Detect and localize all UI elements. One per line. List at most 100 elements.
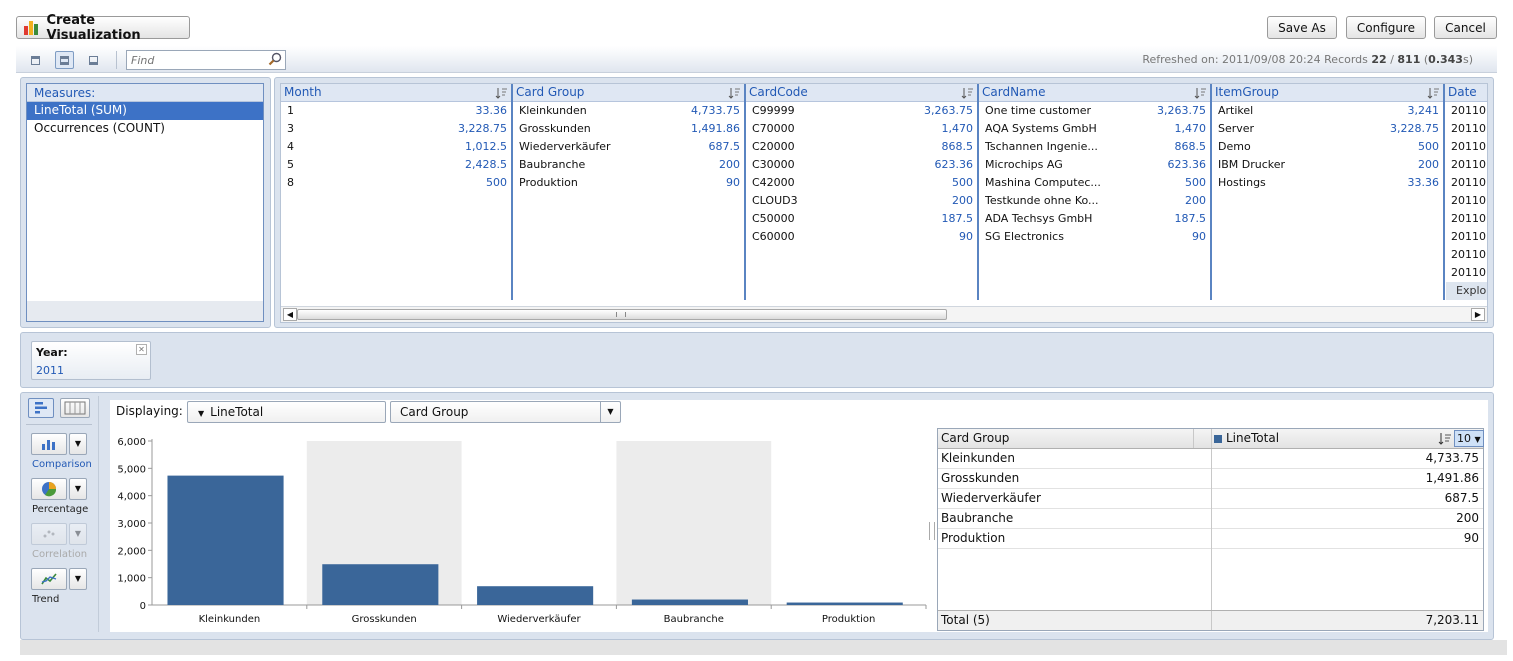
grid-cell-value: 623.36: [1167, 158, 1207, 171]
chart-view-toggle[interactable]: [28, 398, 54, 418]
grid-row[interactable]: Mashina Computec... 500: [979, 174, 1210, 192]
bar[interactable]: [786, 602, 903, 605]
grid-row[interactable]: 20110: [1445, 228, 1487, 246]
scroll-thumb[interactable]: [297, 309, 947, 320]
grid-row[interactable]: One time customer 3,263.75: [979, 102, 1210, 120]
layout-split-icon[interactable]: [55, 51, 74, 69]
grid-row[interactable]: C20000 868.5: [746, 138, 977, 156]
grid-column-header[interactable]: CardCode: [746, 84, 977, 102]
line-chart-icon[interactable]: [31, 568, 67, 590]
chevron-down-icon[interactable]: ▼: [69, 433, 87, 455]
sort-desc-icon[interactable]: [1438, 432, 1452, 446]
comparison-chart-icon[interactable]: [31, 433, 67, 455]
grid-row[interactable]: 3 3,228.75: [281, 120, 511, 138]
bar-view-icon: [35, 402, 47, 414]
sort-icon[interactable]: [495, 87, 508, 99]
grid-row[interactable]: 4 1,012.5: [281, 138, 511, 156]
save-as-button[interactable]: Save As: [1267, 16, 1337, 39]
grid-row[interactable]: Grosskunden 1,491.86: [513, 120, 744, 138]
scroll-left-icon[interactable]: ◀: [283, 308, 297, 321]
grid-column-header[interactable]: Card Group: [513, 84, 744, 102]
configure-button[interactable]: Configure: [1346, 16, 1426, 39]
pie-chart-icon[interactable]: [31, 478, 67, 500]
search-icon[interactable]: [268, 52, 282, 66]
measure-item-occurrences[interactable]: Occurrences (COUNT): [27, 120, 263, 138]
grid-row[interactable]: 20110: [1445, 174, 1487, 192]
grid-row[interactable]: C42000 500: [746, 174, 977, 192]
measure-item-linetotal[interactable]: LineTotal (SUM): [27, 102, 263, 120]
grid-row[interactable]: 20110: [1445, 102, 1487, 120]
comparison-tool[interactable]: ▼: [31, 433, 87, 455]
grid-row[interactable]: Kleinkunden 4,733.75: [513, 102, 744, 120]
sort-icon[interactable]: [1427, 87, 1440, 99]
sort-icon[interactable]: [1194, 87, 1207, 99]
grid-row[interactable]: C30000 623.36: [746, 156, 977, 174]
grid-row[interactable]: CLOUD3 200: [746, 192, 977, 210]
grid-row[interactable]: C60000 90: [746, 228, 977, 246]
grid-row[interactable]: 8 500: [281, 174, 511, 192]
grid-row[interactable]: 1 33.36: [281, 102, 511, 120]
grid-cell-key: 20110: [1451, 230, 1486, 243]
horizontal-scrollbar[interactable]: ◀ ▶: [281, 306, 1487, 322]
chevron-down-icon[interactable]: ▼: [600, 402, 620, 422]
grid-column-header[interactable]: CardName: [979, 84, 1210, 102]
grid-row[interactable]: 20110: [1445, 192, 1487, 210]
grid-row[interactable]: SG Electronics 90: [979, 228, 1210, 246]
chevron-down-icon[interactable]: ▼: [69, 478, 87, 500]
bar[interactable]: [477, 586, 594, 605]
grid-row[interactable]: 20110: [1445, 120, 1487, 138]
summary-col-card-group[interactable]: Card Group: [941, 431, 1009, 445]
grid-row[interactable]: ADA Techsys GmbH 187.5: [979, 210, 1210, 228]
grid-row[interactable]: C50000 187.5: [746, 210, 977, 228]
grid-row[interactable]: Artikel 3,241: [1212, 102, 1443, 120]
grid-column-header[interactable]: ItemGroup: [1212, 84, 1443, 102]
scroll-right-icon[interactable]: ▶: [1471, 308, 1485, 321]
grid-row[interactable]: Microchips AG 623.36: [979, 156, 1210, 174]
summary-col-linetotal[interactable]: LineTotal: [1226, 431, 1279, 445]
sort-icon[interactable]: [961, 87, 974, 99]
find-input[interactable]: [126, 50, 286, 70]
layout-bottom-icon[interactable]: [84, 51, 103, 69]
grid-row[interactable]: Tschannen Ingenie... 868.5: [979, 138, 1210, 156]
grid-row[interactable]: 20110: [1445, 138, 1487, 156]
sort-icon[interactable]: [728, 87, 741, 99]
grid-row[interactable]: Testkunde ohne Ko... 200: [979, 192, 1210, 210]
percentage-tool[interactable]: ▼: [31, 478, 87, 500]
explore-button[interactable]: Explor: [1446, 282, 1487, 300]
filter-value[interactable]: 2011: [36, 364, 64, 377]
bar[interactable]: [322, 564, 439, 605]
bar[interactable]: [167, 475, 284, 605]
grid-cell-key: One time customer: [985, 104, 1092, 117]
grid-row[interactable]: 20110: [1445, 156, 1487, 174]
year-filter-chip[interactable]: Year: 2011 ✕: [31, 341, 151, 380]
grid-row[interactable]: 5 2,428.5: [281, 156, 511, 174]
grid-row[interactable]: Wiederverkäufer 687.5: [513, 138, 744, 156]
trend-tool[interactable]: ▼: [31, 568, 87, 590]
grid-row[interactable]: Server 3,228.75: [1212, 120, 1443, 138]
close-icon[interactable]: ✕: [136, 344, 147, 355]
grid-column-header[interactable]: Month: [281, 84, 511, 102]
grid-row[interactable]: AQA Systems GmbH 1,470: [979, 120, 1210, 138]
grid-row[interactable]: C70000 1,470: [746, 120, 977, 138]
layout-single-icon[interactable]: [26, 51, 45, 69]
measure-dropdown-value: LineTotal: [210, 405, 264, 419]
grid-row[interactable]: C99999 3,263.75: [746, 102, 977, 120]
bar[interactable]: [631, 599, 748, 605]
table-view-toggle[interactable]: [60, 398, 90, 418]
grid-row[interactable]: Hostings 33.36: [1212, 174, 1443, 192]
grid-row[interactable]: Demo 500: [1212, 138, 1443, 156]
create-visualization-button[interactable]: Create Visualization: [16, 13, 190, 43]
grid-row[interactable]: 20110: [1445, 210, 1487, 228]
grid-row[interactable]: Baubranche 200: [513, 156, 744, 174]
measure-dropdown[interactable]: ▼ LineTotal: [187, 401, 386, 423]
grid-row[interactable]: IBM Drucker 200: [1212, 156, 1443, 174]
grid-column-header[interactable]: Date: [1445, 84, 1487, 102]
chevron-down-icon[interactable]: ▼: [69, 568, 87, 590]
cancel-button[interactable]: Cancel: [1434, 16, 1497, 39]
splitter-handle[interactable]: [929, 522, 935, 540]
grid-row[interactable]: 20110: [1445, 246, 1487, 264]
grid-row[interactable]: Produktion 90: [513, 174, 744, 192]
grid-row[interactable]: 20110: [1445, 264, 1487, 282]
top-n-selector[interactable]: 10 ▼: [1454, 430, 1484, 447]
dimension-dropdown[interactable]: Card Group ▼: [390, 401, 621, 423]
